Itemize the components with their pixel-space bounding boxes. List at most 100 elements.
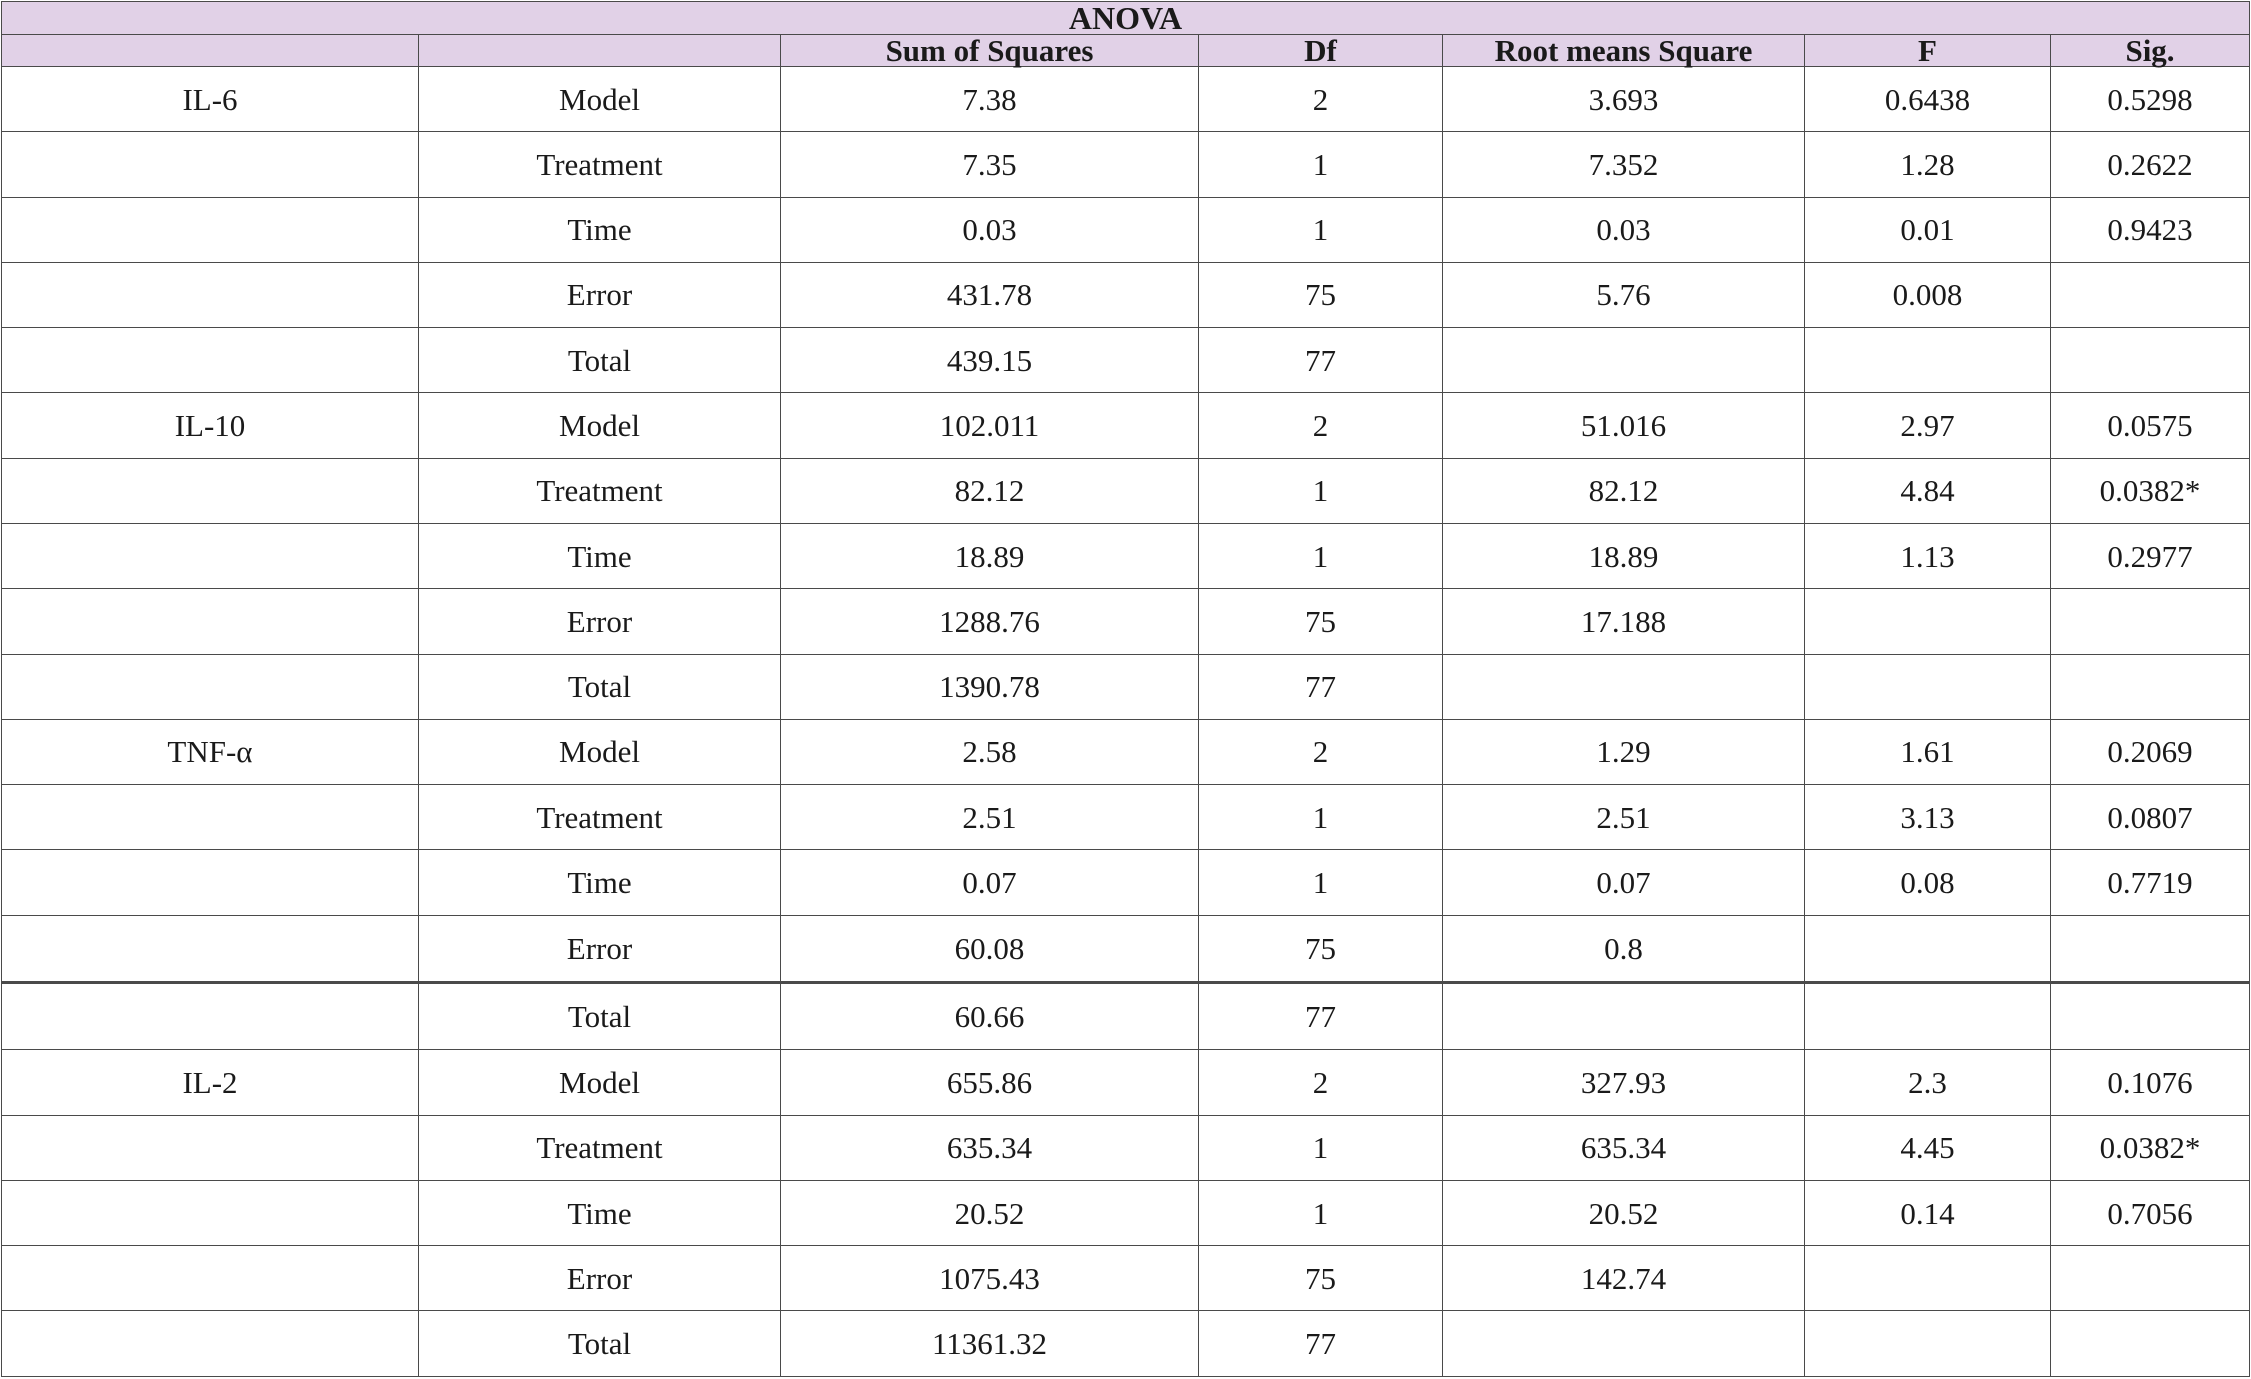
table-row: Treatment 7.35 1 7.352 1.28 0.2622	[1, 131, 2251, 198]
cell-group: IL-10	[1, 392, 419, 459]
cell-sig: 0.7056	[2049, 1179, 2251, 1247]
cell-source: Total	[418, 327, 781, 394]
cell-df: 1	[1198, 196, 1443, 263]
cell-sum-of-squares: 2.58	[780, 718, 1199, 786]
cell-df: 77	[1198, 980, 1443, 1051]
cell-group	[1, 1114, 419, 1181]
cell-sig: 0.1076	[2049, 1049, 2251, 1116]
cell-sum-of-squares: 2.51	[780, 784, 1199, 851]
cell-df: 1	[1198, 131, 1443, 198]
cell-sig	[2049, 914, 2251, 983]
cell-df: 1	[1198, 522, 1443, 590]
cell-sig	[2049, 653, 2251, 720]
cell-root-means-square: 17.188	[1442, 588, 1805, 655]
table-row: IL-10 Model 102.011 2 51.016 2.97 0.0575	[1, 392, 2251, 459]
cell-f: 0.01	[1804, 196, 2051, 263]
cell-sum-of-squares: 1288.76	[780, 588, 1199, 655]
cell-sig: 0.9423	[2049, 196, 2251, 263]
cell-f	[1804, 653, 2051, 720]
cell-df: 2	[1198, 65, 1443, 133]
cell-source: Error	[418, 914, 781, 983]
cell-group	[1, 131, 419, 198]
cell-root-means-square: 1.29	[1442, 718, 1805, 786]
cell-df: 2	[1198, 392, 1443, 459]
cell-sum-of-squares: 60.08	[780, 914, 1199, 983]
table-row: Total 60.66 77	[1, 980, 2251, 1051]
cell-sig	[2049, 1310, 2251, 1377]
cell-df: 77	[1198, 327, 1443, 394]
cell-source: Model	[418, 1049, 781, 1116]
cell-root-means-square: 7.352	[1442, 131, 1805, 198]
table-row: Total 1390.78 77	[1, 653, 2251, 720]
cell-f: 3.13	[1804, 784, 2051, 851]
column-header-root-means-square: Root means Square	[1442, 34, 1805, 67]
cell-sum-of-squares: 82.12	[780, 457, 1199, 524]
cell-df: 2	[1198, 718, 1443, 786]
cell-root-means-square: 0.8	[1442, 914, 1805, 983]
column-header-group	[1, 34, 419, 67]
cell-sig	[2049, 261, 2251, 329]
table-row: Treatment 635.34 1 635.34 4.45 0.0382*	[1, 1114, 2251, 1181]
table-body: IL-6 Model 7.38 2 3.693 0.6438 0.5298 Treatment…	[1, 65, 2251, 1377]
title-row: ANOVA	[0, 1, 2251, 35]
cell-sig	[2049, 1245, 2251, 1312]
cell-sig: 0.0807	[2049, 784, 2251, 851]
cell-f: 1.28	[1804, 131, 2051, 198]
cell-sum-of-squares: 102.011	[780, 392, 1199, 459]
cell-f	[1804, 1245, 2051, 1312]
table-row: Time 0.03 1 0.03 0.01 0.9423	[1, 196, 2251, 263]
cell-root-means-square: 142.74	[1442, 1245, 1805, 1312]
cell-f: 4.45	[1804, 1114, 2051, 1181]
cell-sum-of-squares: 1390.78	[780, 653, 1199, 720]
cell-sum-of-squares: 0.07	[780, 849, 1199, 916]
cell-df: 2	[1198, 1049, 1443, 1116]
cell-root-means-square: 5.76	[1442, 261, 1805, 329]
cell-root-means-square: 0.07	[1442, 849, 1805, 916]
cell-sig: 0.5298	[2049, 65, 2251, 133]
cell-f	[1804, 327, 2051, 394]
cell-source: Error	[418, 588, 781, 655]
cell-source: Error	[418, 261, 781, 329]
cell-source: Time	[418, 196, 781, 263]
cell-group: IL-2	[1, 1049, 419, 1116]
cell-f	[1804, 980, 2051, 1051]
cell-source: Time	[418, 1179, 781, 1247]
cell-root-means-square	[1442, 327, 1805, 394]
cell-df: 1	[1198, 849, 1443, 916]
cell-df: 77	[1198, 653, 1443, 720]
table-row: Time 20.52 1 20.52 0.14 0.7056	[1, 1179, 2251, 1247]
cell-sum-of-squares: 635.34	[780, 1114, 1199, 1181]
cell-sum-of-squares: 431.78	[780, 261, 1199, 329]
cell-f	[1804, 914, 2051, 983]
table-row: Total 439.15 77	[1, 327, 2251, 394]
cell-df: 1	[1198, 784, 1443, 851]
cell-group	[1, 653, 419, 720]
cell-df: 1	[1198, 1114, 1443, 1181]
cell-group	[1, 784, 419, 851]
table-row: Error 1075.43 75 142.74	[1, 1245, 2251, 1312]
cell-source: Total	[418, 1310, 781, 1377]
cell-sum-of-squares: 0.03	[780, 196, 1199, 263]
cell-source: Total	[418, 980, 781, 1051]
cell-source: Treatment	[418, 784, 781, 851]
cell-root-means-square: 2.51	[1442, 784, 1805, 851]
cell-f: 4.84	[1804, 457, 2051, 524]
table-row: TNF-α Model 2.58 2 1.29 1.61 0.2069	[1, 718, 2251, 786]
table-row: Time 18.89 1 18.89 1.13 0.2977	[1, 522, 2251, 590]
cell-source: Time	[418, 522, 781, 590]
cell-source: Treatment	[418, 131, 781, 198]
cell-f	[1804, 588, 2051, 655]
table-row: IL-2 Model 655.86 2 327.93 2.3 0.1076	[1, 1049, 2251, 1116]
cell-source: Time	[418, 849, 781, 916]
cell-group	[1, 522, 419, 590]
table-title: ANOVA	[0, 1, 2251, 35]
column-header-sum-of-squares: Sum of Squares	[780, 34, 1199, 67]
header-row: Sum of Squares Df Root means Square F Si…	[1, 34, 2251, 67]
table-row: Total 11361.32 77	[1, 1310, 2251, 1377]
column-header-sig: Sig.	[2049, 34, 2251, 67]
cell-group	[1, 1179, 419, 1247]
cell-f: 0.008	[1804, 261, 2051, 329]
cell-group	[1, 1310, 419, 1377]
cell-sig	[2049, 980, 2251, 1051]
cell-root-means-square: 51.016	[1442, 392, 1805, 459]
